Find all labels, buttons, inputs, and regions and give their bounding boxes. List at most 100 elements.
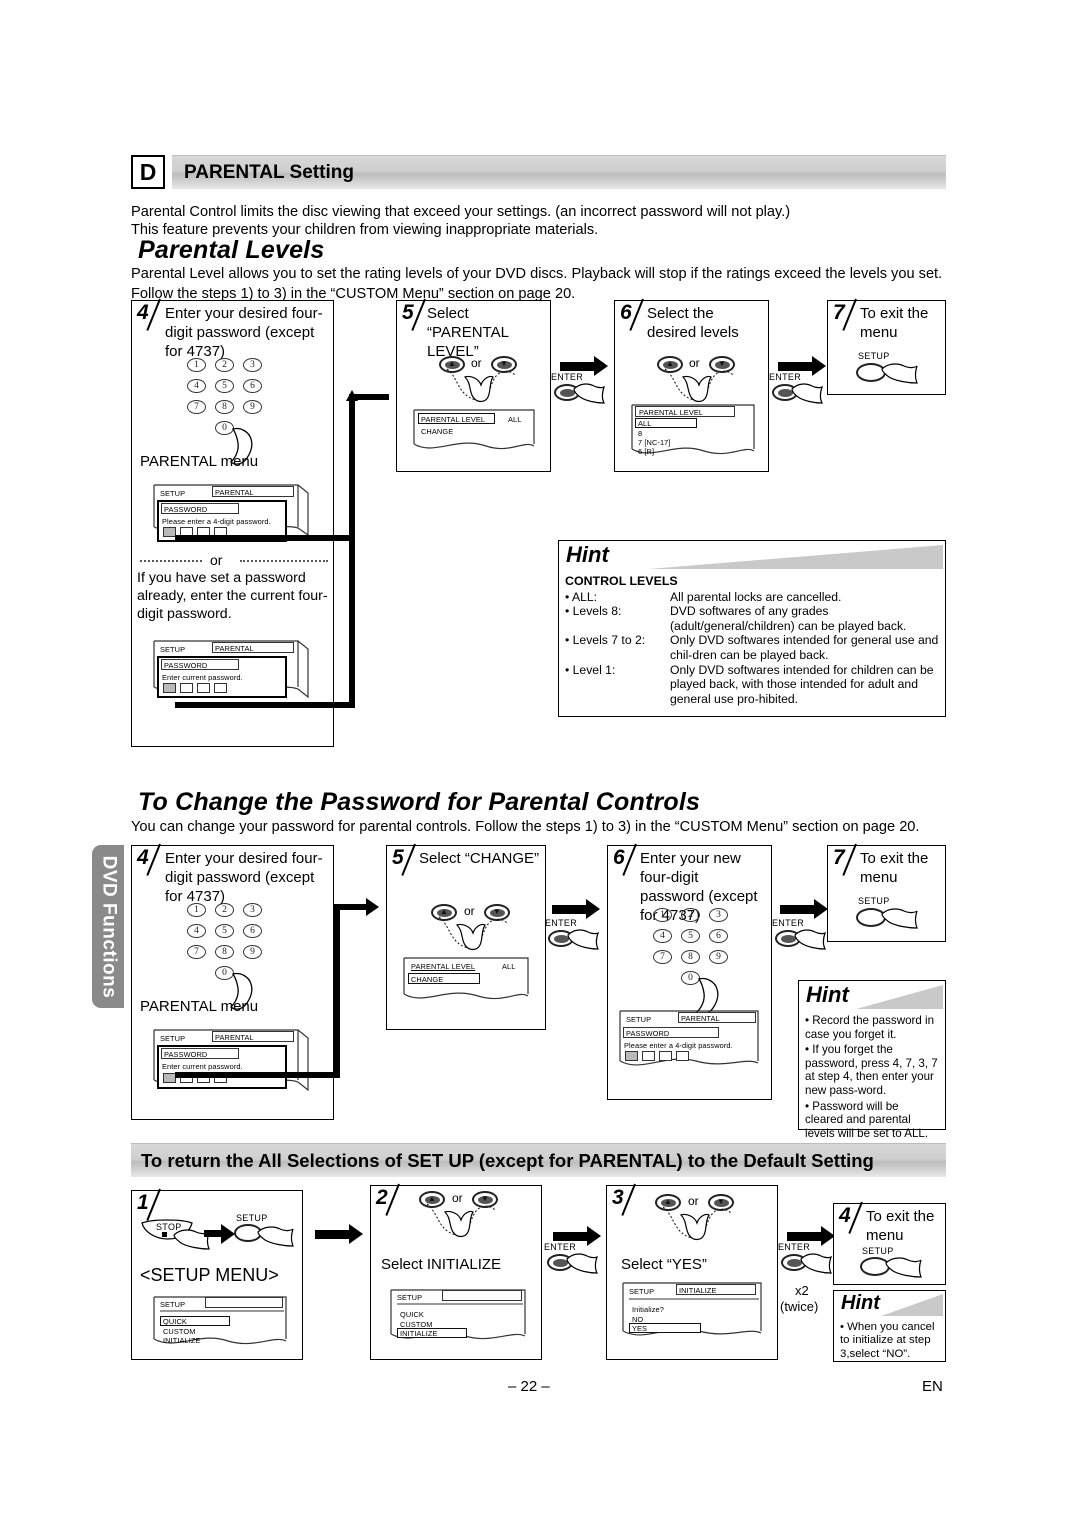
step-box-levels-6: 6 Select the desired levels ▲ or ▼ PAREN… [614,298,769,472]
keypad-key-7[interactable]: 7 [187,945,206,959]
keypad-key-7[interactable]: 7 [187,400,206,414]
osd-item-initialize[interactable]: INITIALIZE [163,1336,201,1345]
page-language: EN [922,1378,943,1395]
step-instruction: Select the desired levels [647,305,739,341]
step-number: 4 [137,301,149,324]
hand-pointer-icon [426,1203,496,1238]
keypad-key-6[interactable]: 6 [709,929,728,943]
hint-row-key: • ALL: [565,589,598,604]
keypad-key-3[interactable]: 3 [243,903,262,917]
hand-pointer-icon [794,929,827,950]
flow-arrow-1-to-2 [315,1224,363,1244]
hint-wedge-decoration [648,545,944,569]
flow-line-change-v [334,904,340,1078]
password-digit-box-4[interactable] [676,1051,689,1061]
osd-list-item-7[interactable]: 7 [NC-17] [638,438,671,447]
keypad-key-2[interactable]: 2 [215,903,234,917]
osd-list-item-6[interactable]: 6 [R] [638,447,654,456]
keypad-key-7[interactable]: 7 [653,950,672,964]
flow-arrow-6-to-7 [780,899,828,919]
password-digit-box-1[interactable] [163,683,176,693]
hand-pointer-icon [438,916,508,951]
keypad-key-5[interactable]: 5 [215,379,234,393]
change-password-paragraph: You can change your password for parenta… [131,819,920,835]
step-alt-instruction: If you have set a password already, ente… [137,570,328,622]
keypad-key-9[interactable]: 9 [709,950,728,964]
hint-content: CONTROL LEVELS • ALL: All parental locks… [559,571,945,711]
keypad-key-1[interactable]: 1 [653,908,672,922]
password-digit-box-3[interactable] [197,683,210,693]
keypad-key-6[interactable]: 6 [243,379,262,393]
numeric-keypad: 1 2 3 4 5 6 7 8 9 0 [187,903,297,1010]
keypad-key-8[interactable]: 8 [215,945,234,959]
osd-tab-field [205,1297,283,1308]
keypad-key-9[interactable]: 9 [243,945,262,959]
osd-prompt: Initialize? [632,1305,664,1314]
section-letter-badge: D [131,155,165,189]
keypad-key-3[interactable]: 3 [709,908,728,922]
hint-row-key: • Levels 8: [565,604,622,619]
numeric-keypad: 1 2 3 4 5 6 7 8 9 0 [653,908,763,1015]
twice-label-line2: (twice) [780,1299,819,1314]
hint-row-key: • Levels 7 to 2: [565,633,646,648]
flow-line-h2 [175,702,355,708]
osd-password-label: PASSWORD [164,661,208,670]
step-box-change-5: 5 Select “CHANGE” ▲ or ▼ PARENTAL LEVEL … [386,843,546,1030]
keypad-key-3[interactable]: 3 [243,358,262,372]
flow-line-v [349,400,355,708]
step-instruction: To exit the menu [860,305,929,341]
keypad-key-5[interactable]: 5 [215,924,234,938]
osd-title: SETUP [160,1300,186,1309]
password-digit-box-2[interactable] [642,1051,655,1061]
hint-title: Hint [806,982,849,1007]
keypad-key-2[interactable]: 2 [681,908,700,922]
password-digit-box-3[interactable] [659,1051,672,1061]
osd-parental-level-menu: PARENTAL LEVEL ALL CHANGE [412,408,542,466]
step-box-init-4: 4 To exit the menu SETUP [833,1201,946,1285]
initialize-title-bar: To return the All Selections of SET UP (… [131,1143,946,1177]
osd-item-quick[interactable]: QUICK [400,1310,424,1319]
hand-pointer-icon [567,929,600,950]
keypad-key-4[interactable]: 4 [187,379,206,393]
osd-title: SETUP [629,1287,655,1296]
osd-item-custom[interactable]: CUSTOM [163,1327,196,1336]
osd-list-item-all: ALL [638,419,652,428]
osd-title: SETUP [160,645,186,654]
password-digit-box-4[interactable] [214,683,227,693]
step-instruction: Enter your desired four-digit password (… [165,850,323,905]
flow-arrow-5-to-6 [552,899,600,919]
step-number: 4 [137,846,149,869]
keypad-key-2[interactable]: 2 [215,358,234,372]
password-digit-box-1[interactable] [625,1051,638,1061]
keypad-key-1[interactable]: 1 [187,903,206,917]
hint-header: Hint [834,1291,945,1318]
hint-row: • Levels 7 to 2: Only DVD softwares inte… [565,633,939,662]
step-box-init-3: 3 ▲ or ▼ Select “YES” SETUP INITIALIZE I… [606,1183,778,1360]
password-digit-box-2[interactable] [180,683,193,693]
parental-menu-caption: PARENTAL menu [140,998,259,1015]
osd-list-title: PARENTAL LEVEL [639,408,704,417]
hand-pointer-icon [257,1226,294,1247]
flow-arrow-stop-to-setup [204,1224,235,1244]
osd-title: SETUP [160,1034,186,1043]
hand-pointer-icon [800,1253,833,1274]
keypad-key-9[interactable]: 9 [243,400,262,414]
keypad-key-4[interactable]: 4 [187,924,206,938]
keypad-key-8[interactable]: 8 [681,950,700,964]
intro-line-1: Parental Control limits the disc viewing… [131,204,791,220]
keypad-key-1[interactable]: 1 [187,358,206,372]
osd-item-yes: YES [632,1324,648,1333]
osd-password-prompt: Enter current password. [162,673,243,682]
step-number: 4 [839,1204,851,1227]
keypad-key-5[interactable]: 5 [681,929,700,943]
osd-row-change: CHANGE [411,975,444,984]
keypad-key-8[interactable]: 8 [215,400,234,414]
keypad-key-4[interactable]: 4 [653,929,672,943]
step-instruction: To exit the menu [866,1208,935,1244]
osd-list-item-8[interactable]: 8 [638,429,642,438]
step-box-levels-7: 7 To exit the menu SETUP [827,298,946,395]
osd-tab-label: PARENTAL [215,488,254,497]
step-box-levels-4: 4 Enter your desired four-digit password… [131,298,334,747]
keypad-key-6[interactable]: 6 [243,924,262,938]
osd-password-prompt: Please enter a 4-digit password. [624,1041,733,1050]
